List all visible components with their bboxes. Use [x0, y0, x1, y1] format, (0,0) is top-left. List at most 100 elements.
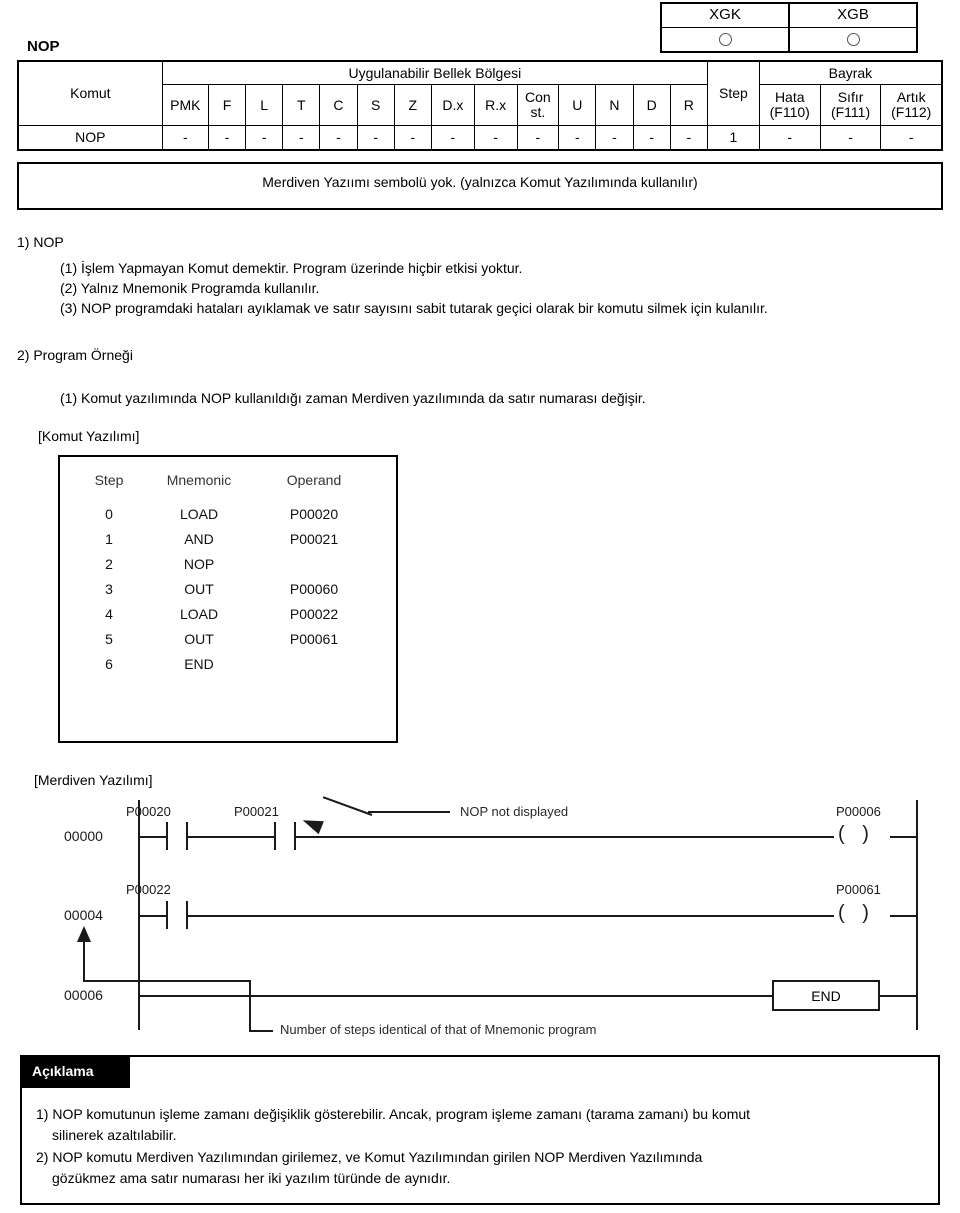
- ladder-wire: [138, 995, 772, 997]
- ladder-coil-symbol-1: ( ): [838, 823, 875, 845]
- mnemonic-operand: P00060: [289, 581, 339, 597]
- model-mark-row: [662, 28, 916, 51]
- header-mem-c: C: [319, 84, 358, 126]
- mnemonic-operand: P00021: [289, 531, 339, 547]
- mnemonic-step: 2: [105, 556, 113, 572]
- header-flag-artik-name: Artık: [896, 89, 926, 105]
- ladder-coil-symbol-2: ( ): [838, 902, 875, 924]
- header-flag-hata: Hata (F110): [758, 84, 821, 126]
- ladder-wire: [294, 836, 834, 838]
- ladder-coil-label-p00061: P00061: [836, 882, 881, 897]
- section-2-heading: 2) Program Örneği: [17, 347, 133, 363]
- ladder-end-label: END: [811, 988, 841, 1004]
- header-flag-sifir-code: (F111): [830, 104, 871, 120]
- circle-icon: [718, 32, 732, 46]
- mnemonic-header-step: Step: [94, 472, 124, 488]
- ladder-contact-label-p00021: P00021: [234, 804, 279, 819]
- section-2-item-1: (1) Komut yazılımında NOP kullanıldığı z…: [60, 390, 646, 406]
- ladder-contact-bar: [274, 822, 276, 850]
- header-flag-artik-code: (F112): [891, 104, 932, 120]
- mnemonic-op: END: [184, 656, 214, 672]
- ladder-wire: [878, 995, 918, 997]
- mnemonic-step: 4: [105, 606, 113, 622]
- mnemonic-program-label: [Komut Yazılımı]: [38, 428, 140, 444]
- header-mem-s: S: [356, 84, 395, 126]
- ladder-wire: [890, 915, 918, 917]
- header-mem-t: T: [282, 84, 321, 126]
- section-1-item-1: (1) İşlem Yapmayan Komut demektir. Progr…: [60, 260, 523, 276]
- mnemonic-operand: P00022: [289, 606, 339, 622]
- cell-flag-sifir: -: [819, 125, 882, 151]
- header-mem-l: L: [245, 84, 284, 126]
- cell-flag-artik: -: [880, 125, 944, 151]
- mnemonic-op: LOAD: [179, 506, 219, 522]
- header-step: Step: [707, 60, 760, 126]
- cell-mem-d: -: [632, 125, 671, 151]
- mnemonic-op: OUT: [184, 581, 214, 597]
- cell-flag-hata: -: [758, 125, 821, 151]
- cell-mem-f: -: [207, 125, 247, 151]
- ladder-callout-line: [83, 980, 251, 982]
- table-row: 0 LOAD P00020: [74, 502, 374, 527]
- mnemonic-op: NOP: [183, 556, 215, 572]
- header-mem-r: R: [669, 84, 709, 126]
- cell-mem-r: -: [669, 125, 709, 151]
- table-row: 1 AND P00021: [74, 527, 374, 552]
- ladder-contact-label-p00022: P00022: [126, 882, 171, 897]
- circle-icon: [846, 32, 860, 46]
- cell-mem-u: -: [558, 125, 597, 151]
- mnemonic-step: 3: [105, 581, 113, 597]
- ladder-callout-line: [322, 796, 373, 816]
- explanation-body: 1) NOP komutunun işleme zamanı değişikli…: [36, 1104, 926, 1190]
- cell-mem-c: -: [319, 125, 358, 151]
- ladder-symbol-note-box: Merdiven Yazıımı sembolü yok. (yalnızca …: [17, 162, 943, 210]
- ladder-annotation-nop: NOP not displayed: [460, 804, 569, 819]
- ladder-callout-line: [368, 811, 450, 813]
- mnemonic-step: 1: [105, 531, 113, 547]
- table-row: 2 NOP: [74, 552, 374, 577]
- header-memory-group: Uygulanabilir Bellek Bölgesi: [161, 60, 709, 85]
- cell-mem-pmk: -: [161, 125, 209, 151]
- cell-mem-s: -: [356, 125, 395, 151]
- explanation-item-2-line-1: 2) NOP komutu Merdiven Yazılımından giri…: [36, 1149, 703, 1165]
- header-mem-d: D: [632, 84, 671, 126]
- explanation-item-2: 2) NOP komutu Merdiven Yazılımından giri…: [36, 1147, 926, 1189]
- header-flag-group: Bayrak: [758, 60, 943, 85]
- cell-mem-n: -: [595, 125, 634, 151]
- header-mem-pmk: PMK: [161, 84, 209, 126]
- explanation-item-2-line-2: gözükmez ama satır numarası her iki yazı…: [52, 1170, 451, 1186]
- table-row: 3 OUT P00060: [74, 577, 374, 602]
- ladder-wire: [186, 836, 276, 838]
- mnemonic-operand: [254, 552, 374, 577]
- header-mem-const: Con st.: [516, 84, 560, 126]
- mnemonic-op: AND: [184, 531, 214, 547]
- mnemonic-step: 0: [105, 506, 113, 522]
- ladder-callout-line: [249, 1030, 273, 1032]
- mnemonic-op: LOAD: [179, 606, 219, 622]
- header-komut: Komut: [16, 60, 163, 126]
- ladder-rung-number-2: 00004: [64, 907, 103, 923]
- cell-command-name: NOP: [16, 125, 163, 151]
- mnemonic-op: OUT: [184, 631, 214, 647]
- table-row: 4 LOAD P00022: [74, 602, 374, 627]
- header-mem-const-line2: st.: [530, 104, 546, 120]
- ladder-wire: [138, 836, 168, 838]
- mnemonic-header-mnemonic: Mnemonic: [166, 472, 232, 488]
- ladder-end-box: END: [772, 980, 880, 1011]
- mnemonic-operand: P00061: [289, 631, 339, 647]
- model-header-xgb: XGB: [788, 4, 916, 27]
- ladder-wire: [186, 915, 834, 917]
- cell-mem-rx: -: [473, 125, 518, 151]
- cell-mem-t: -: [282, 125, 321, 151]
- model-header-row: XGK XGB: [662, 4, 916, 28]
- explanation-item-1-line-1: 1) NOP komutunun işleme zamanı değişikli…: [36, 1106, 751, 1122]
- table-row: 6 END: [74, 652, 374, 677]
- mnemonic-program-table: Step Mnemonic Operand 0 LOAD P00020 1 AN…: [74, 468, 374, 677]
- cell-mem-z: -: [393, 125, 432, 151]
- header-mem-n: N: [595, 84, 634, 126]
- ladder-diagram-label: [Merdiven Yazılımı]: [34, 772, 153, 788]
- header-mem-f: F: [207, 84, 247, 126]
- explanation-item-1: 1) NOP komutunun işleme zamanı değişikli…: [36, 1104, 926, 1146]
- mnemonic-operand: [254, 652, 374, 677]
- ladder-contact-label-p00020: P00020: [126, 804, 171, 819]
